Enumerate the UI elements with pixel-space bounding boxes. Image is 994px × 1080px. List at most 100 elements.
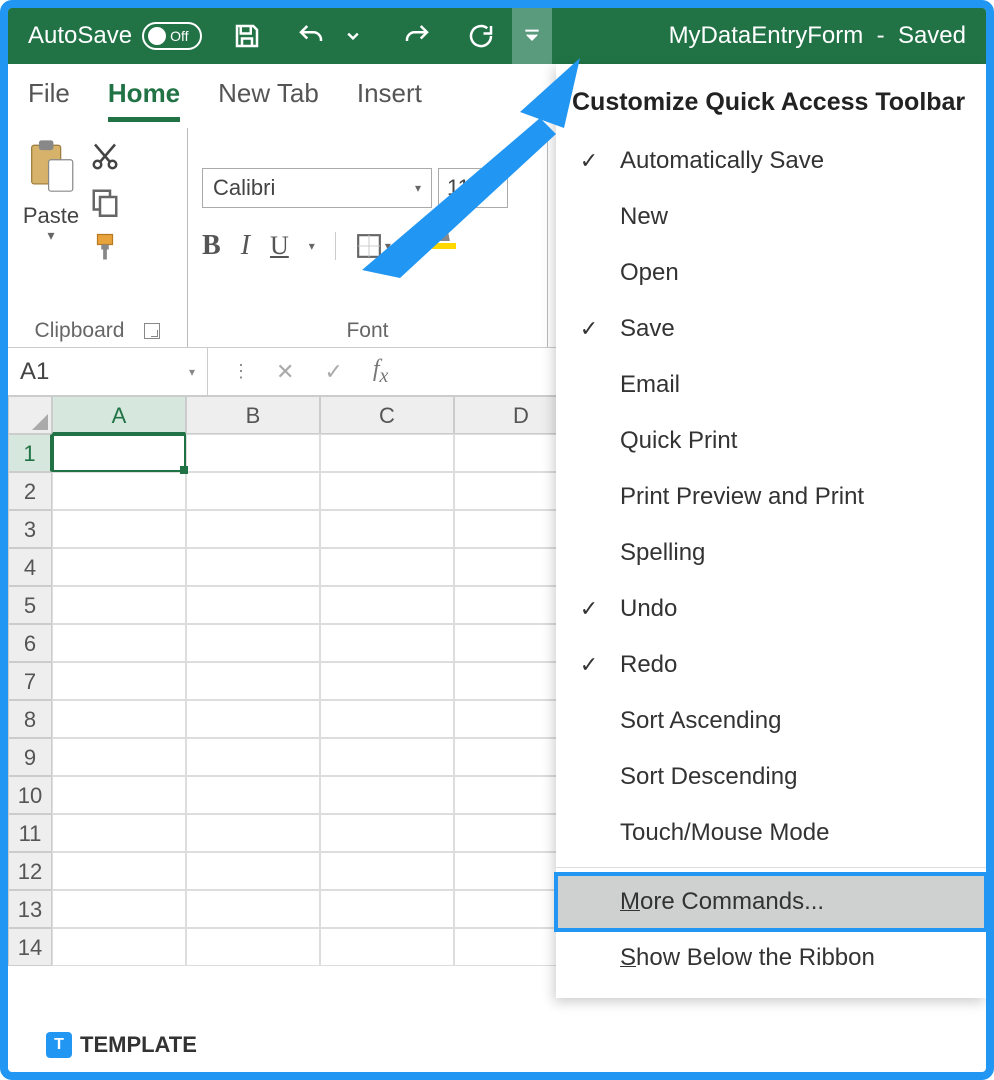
column-header[interactable]: C (320, 396, 454, 434)
autosave-toggle[interactable]: Off (142, 22, 202, 50)
cell[interactable] (52, 510, 186, 548)
menu-item[interactable]: Spelling (556, 525, 986, 581)
refresh-icon[interactable] (462, 17, 500, 55)
cell[interactable] (320, 852, 454, 890)
format-painter-icon[interactable] (90, 232, 120, 267)
row-header[interactable]: 11 (8, 814, 52, 852)
cell[interactable] (320, 472, 454, 510)
cell[interactable] (320, 928, 454, 966)
cell[interactable] (52, 890, 186, 928)
menu-item[interactable]: Touch/Mouse Mode (556, 805, 986, 861)
customize-qat-button[interactable] (512, 8, 552, 64)
tab-file[interactable]: File (28, 78, 70, 117)
menu-item[interactable]: ✓Undo (556, 581, 986, 637)
enter-icon[interactable]: ✓ (324, 359, 342, 385)
clipboard-launcher-icon[interactable] (144, 323, 160, 339)
cell[interactable] (320, 890, 454, 928)
row-header[interactable]: 4 (8, 548, 52, 586)
menu-item[interactable]: Sort Ascending (556, 693, 986, 749)
cell[interactable] (186, 548, 320, 586)
cell[interactable] (320, 586, 454, 624)
cell[interactable] (52, 586, 186, 624)
row-header[interactable]: 14 (8, 928, 52, 966)
select-all-corner[interactable] (8, 396, 52, 434)
bold-button[interactable]: B (202, 230, 221, 262)
menu-item[interactable]: New (556, 189, 986, 245)
cell[interactable] (186, 510, 320, 548)
row-header[interactable]: 1 (8, 434, 52, 472)
font-name-select[interactable]: Calibri ▾ (202, 168, 432, 208)
save-icon[interactable] (228, 17, 266, 55)
row-header[interactable]: 9 (8, 738, 52, 776)
cell[interactable] (186, 586, 320, 624)
cell[interactable] (186, 700, 320, 738)
fx-icon[interactable]: fx (373, 356, 389, 388)
redo-icon[interactable] (398, 17, 436, 55)
cut-icon[interactable] (90, 142, 120, 177)
cell[interactable] (320, 624, 454, 662)
cell[interactable] (52, 852, 186, 890)
row-header[interactable]: 5 (8, 586, 52, 624)
cell[interactable] (186, 624, 320, 662)
cell[interactable] (52, 738, 186, 776)
cell[interactable] (186, 472, 320, 510)
undo-icon[interactable] (292, 17, 330, 55)
font-size-select[interactable]: 11 (438, 168, 508, 208)
cell[interactable] (186, 662, 320, 700)
cell[interactable] (320, 662, 454, 700)
row-header[interactable]: 3 (8, 510, 52, 548)
cell[interactable] (52, 624, 186, 662)
cell[interactable] (320, 510, 454, 548)
tab-newtab[interactable]: New Tab (218, 78, 319, 117)
cell[interactable] (52, 548, 186, 586)
italic-button[interactable]: I (241, 230, 250, 262)
menu-item[interactable]: Email (556, 357, 986, 413)
menu-item[interactable]: Quick Print (556, 413, 986, 469)
row-header[interactable]: 2 (8, 472, 52, 510)
cell[interactable] (52, 814, 186, 852)
cell[interactable] (320, 738, 454, 776)
cell[interactable] (320, 700, 454, 738)
cell[interactable] (320, 434, 454, 472)
fill-color-button[interactable] (432, 243, 456, 249)
cell[interactable] (186, 738, 320, 776)
cancel-icon[interactable]: ✕ (276, 359, 294, 385)
menu-item[interactable]: ✓Automatically Save (556, 133, 986, 189)
name-box[interactable]: A1 ▾ (8, 348, 208, 395)
menu-item[interactable]: Print Preview and Print (556, 469, 986, 525)
menu-item-more-commands[interactable]: More Commands... (556, 874, 986, 930)
paste-button[interactable]: Paste ▾ (22, 138, 80, 267)
row-header[interactable]: 10 (8, 776, 52, 814)
row-header[interactable]: 13 (8, 890, 52, 928)
cell[interactable] (320, 814, 454, 852)
row-header[interactable]: 12 (8, 852, 52, 890)
cell[interactable] (52, 928, 186, 966)
cell[interactable] (52, 662, 186, 700)
paste-caret-icon[interactable]: ▾ (47, 227, 54, 244)
row-header[interactable]: 8 (8, 700, 52, 738)
underline-button[interactable]: U (270, 231, 289, 261)
copy-icon[interactable] (90, 187, 120, 222)
tab-insert[interactable]: Insert (357, 78, 422, 117)
cell[interactable] (52, 700, 186, 738)
underline-caret-icon[interactable]: ▾ (309, 239, 315, 253)
cell[interactable] (52, 434, 186, 472)
row-header[interactable]: 7 (8, 662, 52, 700)
cell[interactable] (320, 548, 454, 586)
cell[interactable] (186, 434, 320, 472)
cell[interactable] (186, 776, 320, 814)
menu-item[interactable]: Sort Descending (556, 749, 986, 805)
menu-item-show-below-ribbon[interactable]: Show Below the Ribbon (556, 930, 986, 986)
cell[interactable] (320, 776, 454, 814)
undo-dropdown-icon[interactable] (334, 17, 372, 55)
grip-icon[interactable]: ⋮ (232, 361, 246, 382)
column-header[interactable]: B (186, 396, 320, 434)
cell[interactable] (186, 852, 320, 890)
menu-item[interactable]: Open (556, 245, 986, 301)
row-header[interactable]: 6 (8, 624, 52, 662)
cell[interactable] (52, 472, 186, 510)
cell[interactable] (186, 890, 320, 928)
cell[interactable] (186, 814, 320, 852)
cell[interactable] (186, 928, 320, 966)
menu-item[interactable]: ✓Save (556, 301, 986, 357)
